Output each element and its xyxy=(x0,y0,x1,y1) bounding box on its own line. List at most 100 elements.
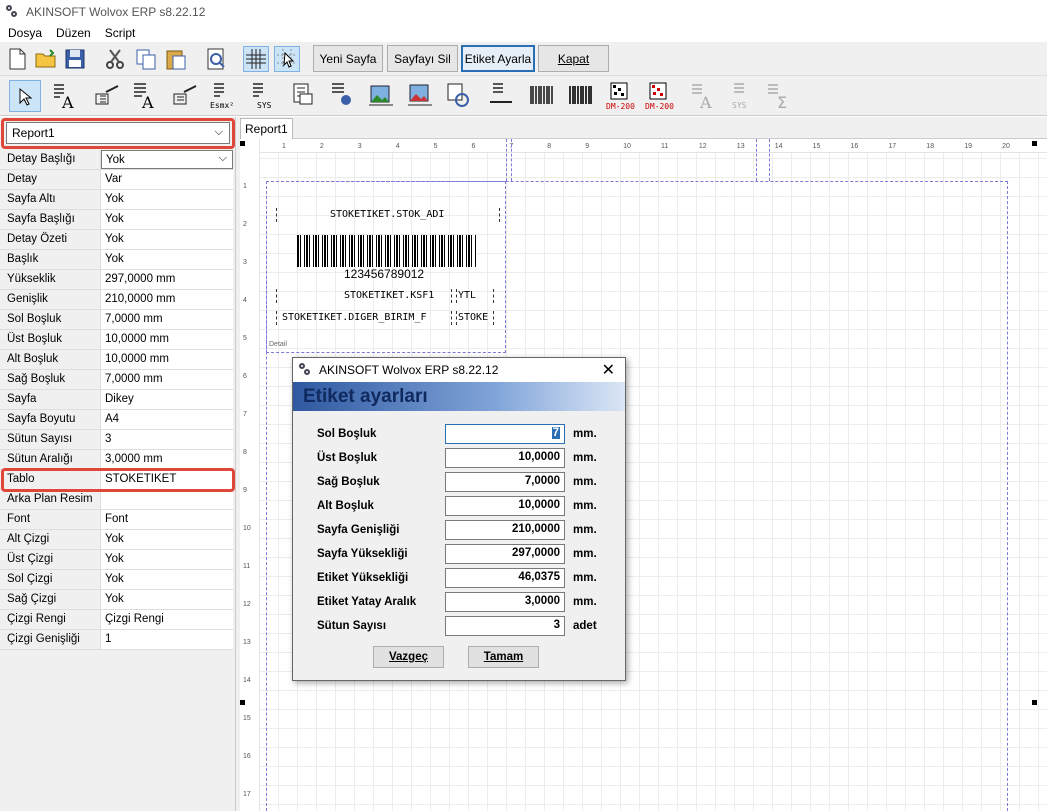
property-value[interactable]: Yok xyxy=(101,550,233,569)
resize-handle[interactable] xyxy=(240,141,245,146)
preview-icon[interactable] xyxy=(203,46,229,72)
property-row[interactable]: Detay Var xyxy=(0,170,233,190)
property-row[interactable]: Çizgi Genişliği 1 xyxy=(0,630,233,650)
property-row[interactable]: Genişlik 210,0000 mm xyxy=(0,290,233,310)
menu-dosya[interactable]: Dosya xyxy=(8,26,42,40)
property-row[interactable]: Başlık Yok xyxy=(0,250,233,270)
resize-handle[interactable] xyxy=(1032,700,1037,705)
copy-icon[interactable] xyxy=(133,46,159,72)
property-value[interactable]: Yok ⌵ xyxy=(101,150,233,169)
text-edit-icon[interactable] xyxy=(92,80,122,112)
rich-text-icon[interactable] xyxy=(290,80,320,112)
property-value[interactable]: 7,0000 mm xyxy=(101,370,233,389)
field-input[interactable]: 3,0000 xyxy=(445,592,565,612)
open-folder-icon[interactable] xyxy=(33,46,59,72)
property-row[interactable]: Alt Çizgi Yok xyxy=(0,530,233,550)
grid-icon[interactable] xyxy=(243,46,269,72)
close-icon[interactable]: ✕ xyxy=(602,360,615,380)
paste-icon[interactable] xyxy=(163,46,189,72)
snap-grid-icon[interactable] xyxy=(274,46,300,72)
etiket-ayarla-button[interactable]: Etiket Ayarla xyxy=(461,45,535,72)
property-value[interactable]: Dikey xyxy=(101,390,233,409)
db-text-icon[interactable] xyxy=(170,80,200,112)
kapat-button[interactable]: Kapat xyxy=(538,45,609,72)
barcode-icon[interactable] xyxy=(527,80,557,112)
property-row[interactable]: Üst Boşluk 10,0000 mm xyxy=(0,330,233,350)
tab-report1[interactable]: Report1 xyxy=(240,118,293,139)
property-row[interactable]: Üst Çizgi Yok xyxy=(0,550,233,570)
property-value[interactable]: Yok xyxy=(101,250,233,269)
resize-handle[interactable] xyxy=(1032,141,1037,146)
system-var-icon[interactable]: SYS xyxy=(247,80,277,112)
property-row[interactable]: Sütun Aralığı 3,0000 mm xyxy=(0,450,233,470)
property-value[interactable]: Yok xyxy=(101,570,233,589)
property-row[interactable]: Sol Boşluk 7,0000 mm xyxy=(0,310,233,330)
field-input[interactable]: 210,0000 xyxy=(445,520,565,540)
property-row[interactable]: Çizgi Rengi Çizgi Rengi xyxy=(0,610,233,630)
field-input[interactable]: 10,0000 xyxy=(445,448,565,468)
cut-icon[interactable] xyxy=(102,46,128,72)
property-row[interactable]: Detay Başlığı Yok ⌵ xyxy=(0,150,233,170)
line-icon[interactable] xyxy=(487,80,517,112)
db-image-icon[interactable] xyxy=(405,80,435,112)
property-value[interactable]: 210,0000 mm xyxy=(101,290,233,309)
select-pointer-icon[interactable] xyxy=(9,80,41,112)
property-value[interactable]: Yok xyxy=(101,230,233,249)
field-input[interactable]: 10,0000 xyxy=(445,496,565,516)
field-input[interactable]: 46,0375 xyxy=(445,568,565,588)
db-barcode-icon[interactable] xyxy=(566,80,596,112)
field-input[interactable]: 297,0000 xyxy=(445,544,565,564)
expression-icon[interactable]: Esmx² xyxy=(208,80,238,112)
property-value[interactable]: 7,0000 mm xyxy=(101,310,233,329)
yeni-sayfa-button[interactable]: Yeni Sayfa xyxy=(313,45,383,72)
menu-duzen[interactable]: Düzen xyxy=(56,26,91,40)
menu-script[interactable]: Script xyxy=(105,26,136,40)
field-input[interactable]: 7,0000 xyxy=(445,472,565,492)
tamam-button[interactable]: Tamam xyxy=(468,646,539,668)
new-file-icon[interactable] xyxy=(4,46,30,72)
property-row[interactable]: Font Font xyxy=(0,510,233,530)
property-value[interactable]: Çizgi Rengi xyxy=(101,610,233,629)
property-row[interactable]: Sağ Çizgi Yok xyxy=(0,590,233,610)
property-row[interactable]: Yükseklik 297,0000 mm xyxy=(0,270,233,290)
property-value[interactable]: 3,0000 mm xyxy=(101,450,233,469)
property-row[interactable]: Alt Boşluk 10,0000 mm xyxy=(0,350,233,370)
property-value[interactable]: A4 xyxy=(101,410,233,429)
property-value[interactable]: Yok xyxy=(101,530,233,549)
vazgec-button[interactable]: Vazgeç xyxy=(373,646,444,668)
property-value[interactable]: 1 xyxy=(101,630,233,649)
shape-icon[interactable] xyxy=(328,80,358,112)
property-value[interactable]: Font xyxy=(101,510,233,529)
sayfayi-sil-button[interactable]: Sayfayı Sil xyxy=(387,45,458,72)
property-value[interactable]: Yok xyxy=(101,590,233,609)
property-row[interactable]: Sayfa Başlığı Yok xyxy=(0,210,233,230)
db-datamatrix-icon[interactable]: DM-200 xyxy=(644,80,674,112)
property-row[interactable]: Sayfa Dikey xyxy=(0,390,233,410)
property-value[interactable]: 297,0000 mm xyxy=(101,270,233,289)
image-icon[interactable] xyxy=(366,80,396,112)
ole-icon[interactable] xyxy=(444,80,474,112)
property-row[interactable]: Sayfa Altı Yok xyxy=(0,190,233,210)
property-value[interactable]: 3 xyxy=(101,430,233,449)
property-value[interactable]: 10,0000 mm xyxy=(101,350,233,369)
property-value[interactable]: Var xyxy=(101,170,233,189)
property-row[interactable]: Sağ Boşluk 7,0000 mm xyxy=(0,370,233,390)
property-row[interactable]: Sütun Sayısı 3 xyxy=(0,430,233,450)
resize-handle[interactable] xyxy=(240,700,245,705)
chevron-down-icon[interactable]: ⌵ xyxy=(219,152,227,165)
property-row[interactable]: Sol Çizgi Yok xyxy=(0,570,233,590)
field-input[interactable]: 3 xyxy=(445,616,565,636)
property-value[interactable]: 10,0000 mm xyxy=(101,330,233,349)
property-row[interactable]: Sayfa Boyutu A4 xyxy=(0,410,233,430)
property-row[interactable]: Arka Plan Resim xyxy=(0,490,233,510)
text-field-icon[interactable]: A xyxy=(50,80,80,112)
field-input[interactable]: 7 xyxy=(445,424,565,444)
property-value[interactable]: Yok xyxy=(101,190,233,209)
property-value[interactable] xyxy=(101,490,233,509)
save-icon[interactable] xyxy=(62,46,88,72)
property-row[interactable]: Detay Özeti Yok xyxy=(0,230,233,250)
barcode-image[interactable] xyxy=(297,235,477,267)
memo-text-icon[interactable]: A xyxy=(130,80,160,112)
datamatrix-icon[interactable]: DM-200 xyxy=(605,80,635,112)
property-value[interactable]: Yok xyxy=(101,210,233,229)
